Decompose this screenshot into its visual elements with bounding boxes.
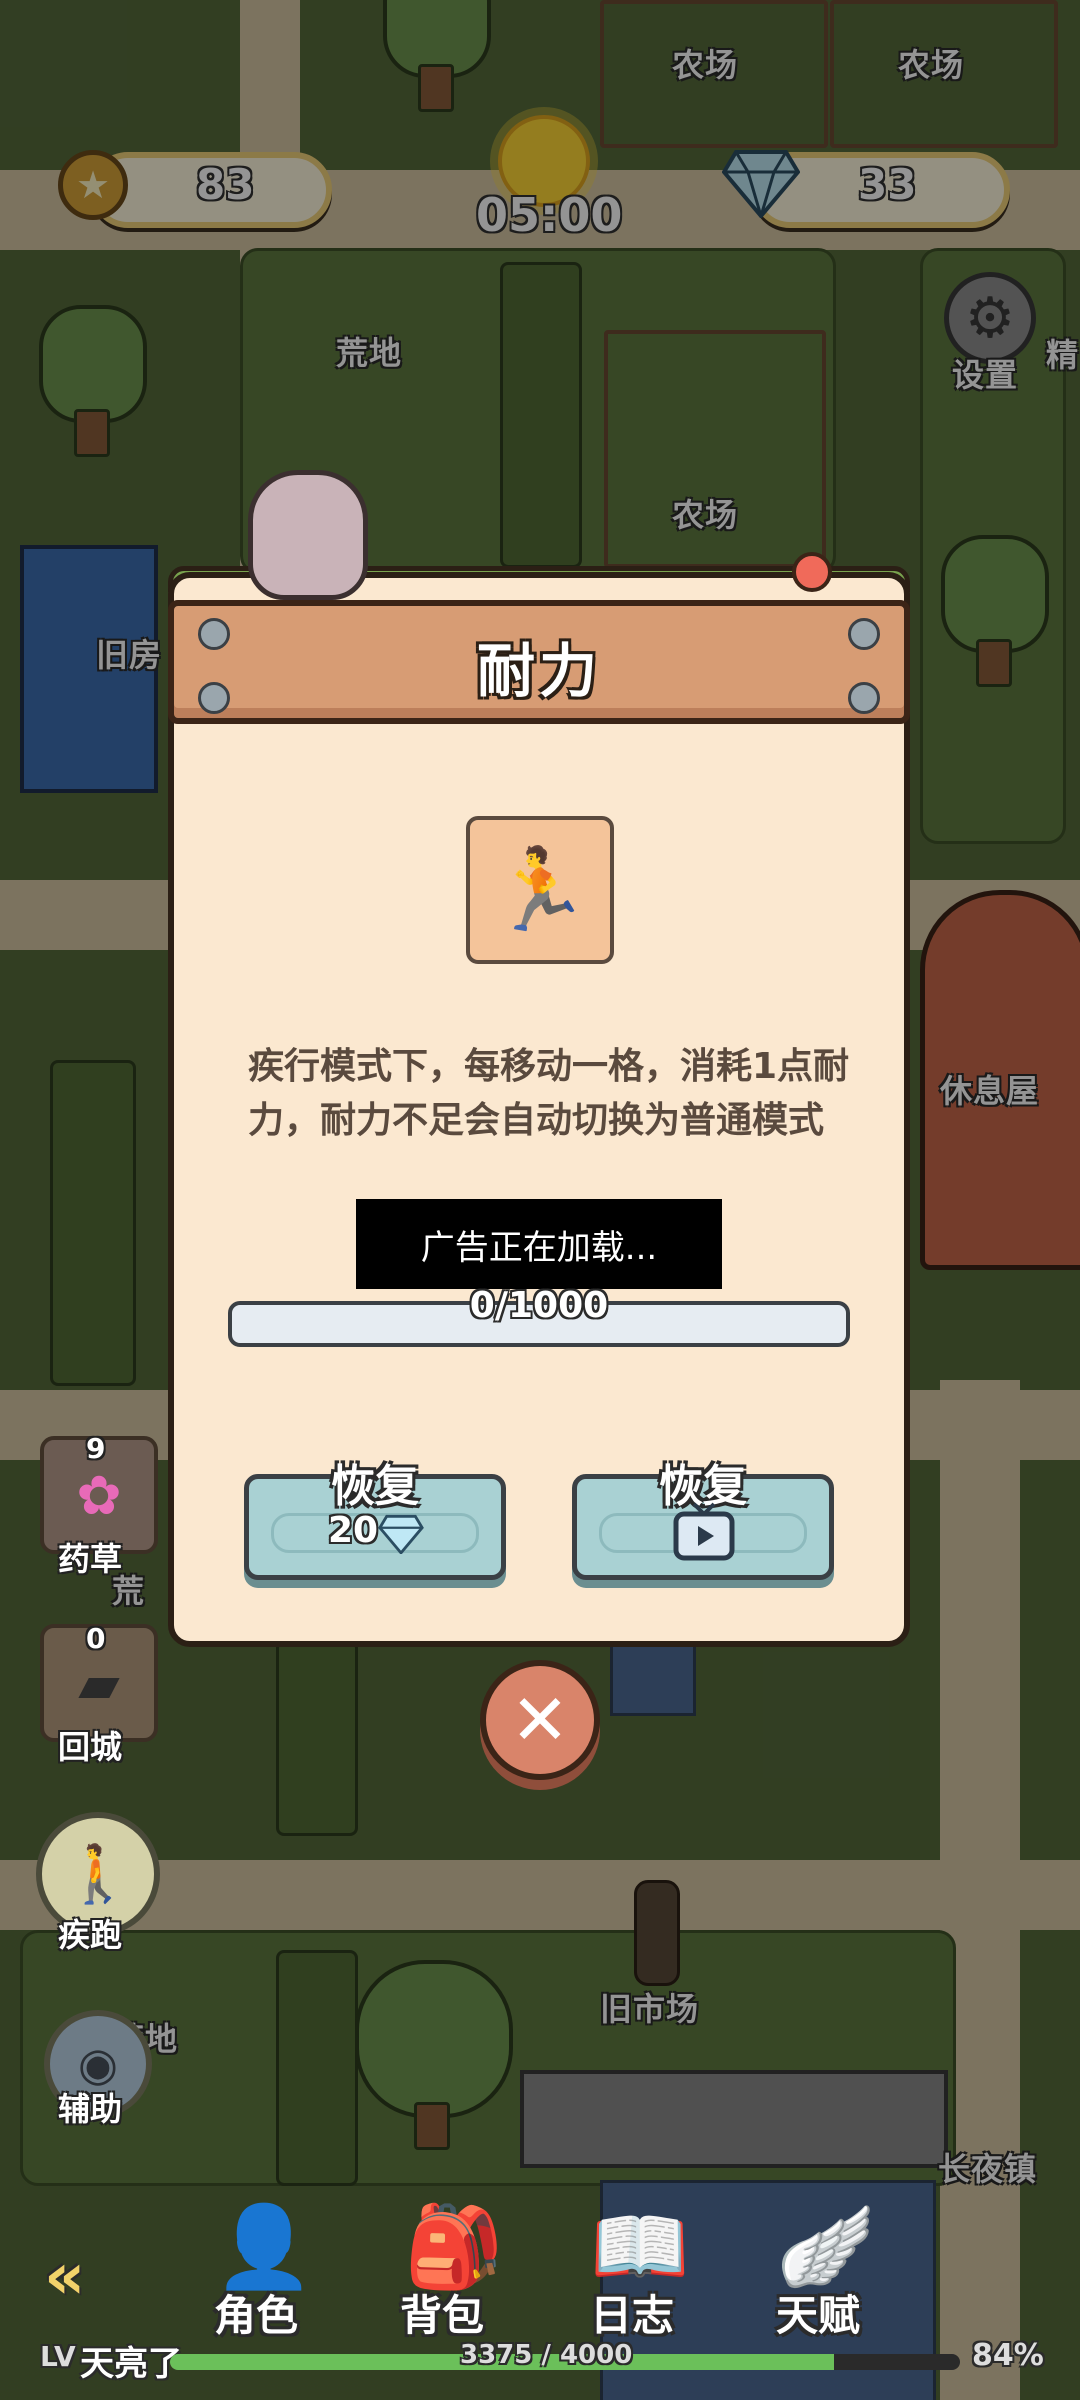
collapse-arrows-icon[interactable]: «: [44, 2240, 85, 2314]
stamina-description: 疾行模式下，每移动一格，消耗1点耐力，耐力不足会自动切换为普通模式: [248, 1046, 850, 1141]
stamina-progress-text: 0/1000: [469, 1285, 609, 1326]
walking-person-icon: 🚶: [63, 1842, 133, 1907]
assist-label: 辅助: [58, 2090, 123, 2128]
return-city-label: 回城: [58, 1728, 123, 1766]
tv-play-icon: [673, 1502, 735, 1561]
xp-text: 3375 / 4000: [460, 2340, 633, 2370]
compass-icon: ◉: [77, 2037, 119, 2091]
journal-book-icon: 📖: [590, 2200, 690, 2293]
close-x-icon[interactable]: ✕: [480, 1660, 600, 1780]
backpack-icon: 🎒: [404, 2200, 504, 2293]
battery-percent: 84%: [972, 2338, 1044, 2373]
herb-count: 9: [86, 1432, 106, 1465]
flower-decoration: [792, 552, 832, 592]
flower-icon: ✿: [76, 1463, 122, 1527]
level-prefix: LV: [40, 2340, 76, 2373]
diamond-icon: [378, 1514, 424, 1554]
winged-card-icon: 🪽: [776, 2200, 876, 2293]
return-city-count: 0: [86, 1622, 106, 1655]
herb-label: 药草: [58, 1540, 123, 1578]
running-person-icon: 🏃: [466, 816, 614, 964]
rabbit-character: [248, 470, 368, 600]
stamina-progress-bar: 0/1000: [228, 1285, 850, 1347]
title-board: 耐力: [168, 600, 910, 724]
logs-icon: ▰: [78, 1651, 120, 1715]
level-name: 天亮了: [80, 2344, 182, 2384]
sprint-label: 疾跑: [58, 1916, 123, 1954]
character-portrait-icon: 👤: [214, 2200, 314, 2293]
restore-with-gems-label[interactable]: 恢复: [244, 1450, 506, 1514]
gem-cost: 20: [328, 1510, 379, 1551]
dialog-title: 耐力: [476, 637, 601, 705]
ad-loading-banner: 广告正在加载...: [356, 1199, 722, 1289]
